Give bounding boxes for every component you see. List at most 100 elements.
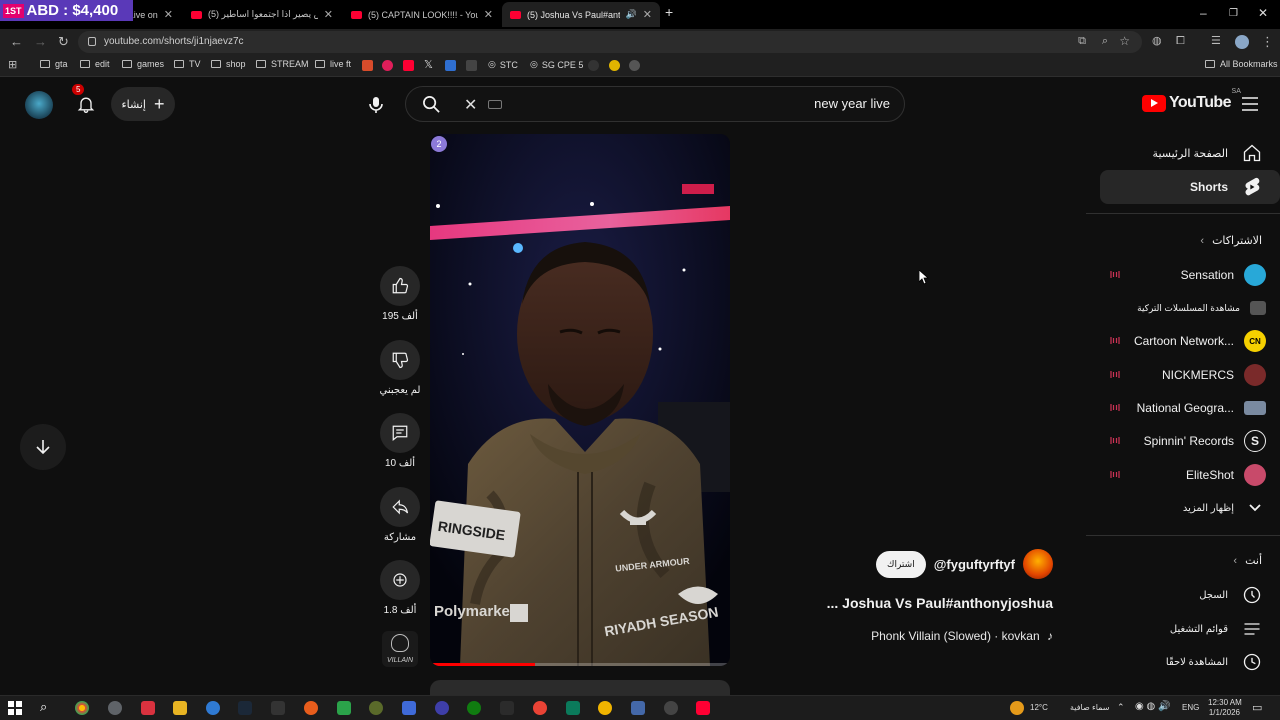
bookmark-live-ft[interactable]: live ft [315, 59, 351, 69]
close-window-icon[interactable]: ✕ [1258, 6, 1268, 20]
xbox-icon[interactable] [467, 701, 481, 715]
extension-icon[interactable]: ◍ [1152, 35, 1162, 48]
profile-avatar[interactable] [1235, 35, 1249, 49]
bookmark-tv[interactable]: TV [174, 59, 201, 69]
steam-icon[interactable] [238, 701, 252, 715]
close-icon[interactable]: ✕ [324, 8, 333, 21]
youtube-icon[interactable] [696, 701, 710, 715]
clock-date[interactable]: 1/1/2026 [1208, 708, 1240, 717]
bookmark-gta[interactable]: gta [40, 59, 68, 69]
tab-legends[interactable]: (5) وش يصير اذا اجتمعوا اساطير ✕ [183, 2, 341, 27]
subscription-item[interactable]: EliteShot [1110, 460, 1266, 490]
subscription-item[interactable]: Spinnin' Records S [1110, 426, 1266, 456]
comments-button[interactable] [380, 413, 420, 453]
app-icon[interactable] [304, 701, 318, 715]
speaker-icon[interactable]: 🔊 [626, 9, 637, 20]
app-icon[interactable] [435, 701, 449, 715]
notification-center-icon[interactable]: ▭ [1252, 701, 1262, 714]
gmail-icon[interactable] [362, 60, 373, 71]
subscription-item[interactable]: Sensation [1110, 260, 1266, 290]
comments-action[interactable]: 10 ألف [378, 413, 422, 469]
clear-search-icon[interactable]: ✕ [464, 95, 477, 115]
channel-name[interactable]: @fyguftyrftyf [934, 557, 1015, 572]
guide-item-shorts[interactable]: Shorts [1100, 170, 1280, 204]
like-action[interactable]: 195 ألف [378, 266, 422, 322]
close-icon[interactable]: ✕ [643, 8, 652, 21]
windows-start-icon[interactable] [8, 701, 22, 715]
show-more-button[interactable]: إظهار المزيد [1110, 493, 1266, 523]
remix-button[interactable] [380, 560, 420, 600]
subscriptions-header[interactable]: ‹ الاشتراكات [1200, 234, 1262, 248]
sound-thumbnail[interactable]: VILLAIN [382, 631, 418, 667]
restore-icon[interactable]: ❐ [1229, 8, 1238, 19]
weather-temp[interactable]: 12°C [1030, 703, 1048, 712]
new-tab-button[interactable]: + [665, 4, 673, 20]
search-icon[interactable]: ⌕ [40, 699, 47, 715]
reload-icon[interactable]: ↻ [58, 35, 69, 48]
youtube-icon[interactable] [403, 60, 414, 71]
app-icon[interactable] [337, 701, 351, 715]
music-attribution[interactable]: Phonk Villain (Slowed) · kovkan ♪ [871, 629, 1053, 643]
back-icon[interactable]: ← [10, 35, 23, 48]
keyboard-icon[interactable] [488, 100, 502, 109]
tab-captain[interactable]: (5) CAPTAIN LOOK!!!! - YouTube ✕ [343, 2, 501, 27]
search-icon[interactable] [422, 95, 441, 114]
next-short-button[interactable] [20, 424, 66, 470]
file-explorer-icon[interactable] [173, 701, 187, 715]
search-input[interactable]: new year live [814, 96, 890, 111]
url-text[interactable]: youtube.com/shorts/ji1njaevz7c [104, 36, 244, 47]
install-icon[interactable]: ⧉ [1078, 35, 1086, 48]
subscription-item[interactable]: National Geogra... [1110, 393, 1266, 423]
you-header[interactable]: ‹ أنت [1233, 554, 1262, 568]
obs-icon[interactable] [664, 701, 678, 715]
app-icon[interactable] [631, 701, 645, 715]
chrome-icon[interactable] [533, 701, 547, 715]
remix-action[interactable]: 1.8 ألف [378, 560, 422, 616]
language-indicator[interactable]: ENG [1182, 703, 1199, 712]
x-icon[interactable]: 𝕏 [424, 58, 433, 71]
app-icon[interactable] [598, 701, 612, 715]
all-bookmarks[interactable]: All Bookmarks [1205, 59, 1278, 69]
guide-item-playlists[interactable]: قوائم التشغيل [1100, 612, 1280, 646]
bookmark-site-icon[interactable] [445, 60, 456, 71]
app-icon[interactable] [566, 701, 580, 715]
menu-icon[interactable]: ⋮ [1261, 35, 1274, 48]
weather-icon[interactable] [1010, 701, 1024, 715]
share-button[interactable] [380, 487, 420, 527]
account-avatar[interactable] [25, 91, 53, 119]
bookmark-games[interactable]: games [122, 59, 164, 69]
subscribe-button[interactable]: اشتراك [876, 550, 926, 578]
app-icon[interactable] [402, 701, 416, 715]
bookmark-stream[interactable]: STREAM [256, 59, 309, 69]
create-button[interactable]: إنشاء + [111, 87, 175, 121]
forward-icon[interactable]: → [34, 35, 47, 48]
bulb-icon[interactable] [609, 60, 620, 71]
zoom-icon[interactable]: ⌕ [1102, 35, 1108, 48]
channel-avatar[interactable] [1023, 549, 1053, 579]
chrome-icon[interactable] [75, 701, 89, 715]
app-icon[interactable] [500, 701, 514, 715]
youtube-logo[interactable]: YouTube SA [1142, 88, 1241, 112]
app-icon[interactable] [271, 701, 285, 715]
tray-overflow-icon[interactable]: ⌃ [1117, 702, 1125, 713]
search-box[interactable]: ✕ new year live [405, 86, 905, 122]
dislike-action[interactable]: لم يعجبني [378, 340, 422, 396]
shorts-video-player[interactable]: RINGSIDE UNDER ARMOUR RIYADH SEASON Poly… [430, 134, 730, 666]
app-icon[interactable] [206, 701, 220, 715]
tab-search-icon[interactable]: ☰ [1211, 35, 1221, 48]
guide-menu-button[interactable] [1238, 92, 1262, 116]
tray-app-icons[interactable]: ◉ ◍ 🔊 [1135, 701, 1170, 712]
video-title[interactable]: ... Joshua Vs Paul#anthonyjoshua [827, 595, 1053, 611]
close-icon[interactable]: ✕ [484, 8, 493, 21]
minimize-icon[interactable]: – [1200, 6, 1207, 20]
app-icon[interactable] [141, 701, 155, 715]
bookmark-site-icon[interactable] [588, 60, 599, 71]
bookmark-site-icon[interactable] [629, 60, 640, 71]
bookmark-shop[interactable]: shop [211, 59, 246, 69]
puzzle-icon[interactable]: ⧠ [1176, 35, 1185, 48]
close-icon[interactable]: ✕ [164, 8, 173, 21]
dislike-button[interactable] [380, 340, 420, 380]
site-info-icon[interactable] [88, 37, 96, 46]
bookmark-sg-cpe[interactable]: ◎ SG CPE 5 [530, 59, 583, 70]
weather-desc[interactable]: سماء صافية [1070, 703, 1110, 712]
